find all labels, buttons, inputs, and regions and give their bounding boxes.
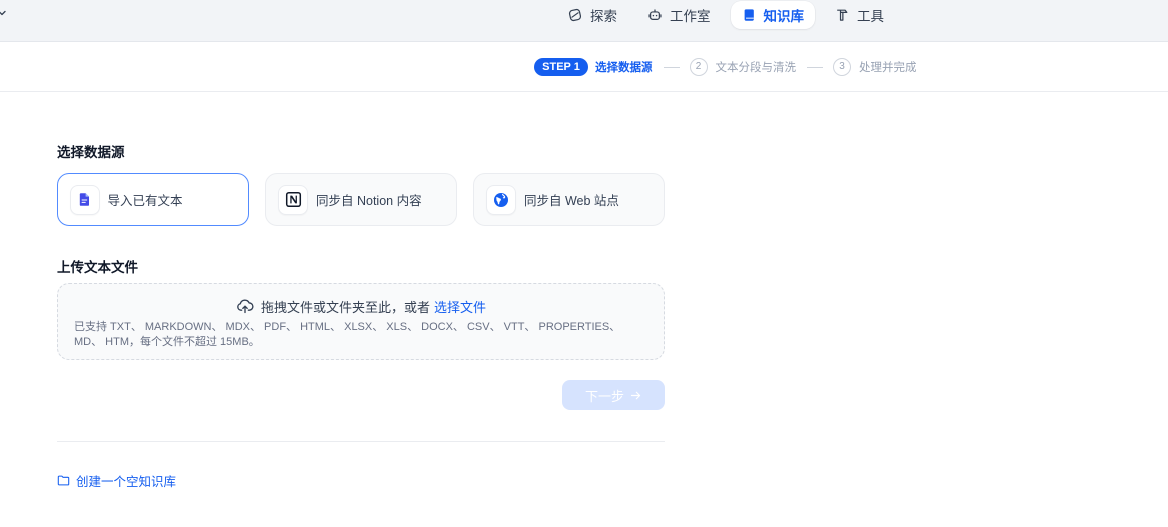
- book-icon: [744, 9, 754, 21]
- create-knowledge-form: 选择数据源 导入已有文本 同步自 Notion 内容 同步自 Web 站点 上传…: [57, 0, 665, 527]
- source-option-label: 同步自 Web 站点: [524, 194, 619, 208]
- source-option-notion[interactable]: 同步自 Notion 内容: [265, 173, 457, 226]
- source-icon-box: [486, 184, 516, 215]
- data-source-options: 导入已有文本 同步自 Notion 内容 同步自 Web 站点: [57, 173, 665, 226]
- dropzone-prompt-line: 拖拽文件或文件夹至此，或者 选择文件: [74, 297, 648, 315]
- source-option-file[interactable]: 导入已有文本: [57, 173, 249, 226]
- nav-item-tools[interactable]: 工具: [824, 1, 895, 29]
- globe-icon: [494, 192, 508, 207]
- nav-item-label: 工具: [857, 9, 884, 24]
- browse-files-link[interactable]: 选择文件: [434, 297, 486, 316]
- data-source-heading: 选择数据源: [57, 145, 125, 160]
- folder-icon: [57, 475, 70, 485]
- dropzone-prompt: 拖拽文件或文件夹至此，或者: [260, 299, 430, 315]
- source-option-label: 同步自 Notion 内容: [316, 194, 422, 208]
- source-option-label: 导入已有文本: [107, 194, 183, 208]
- nav-item-label: 工作室: [670, 9, 711, 24]
- section-divider: [57, 441, 665, 442]
- nav-item-label: 知识库: [763, 9, 805, 24]
- step-2-label: 文本分段与清洗: [715, 62, 797, 74]
- create-empty-knowledge-link[interactable]: 创建一个空知识库: [57, 473, 177, 489]
- step-connector: [663, 66, 680, 68]
- notion-icon: [285, 191, 301, 208]
- supported-formats-note: 已支持 TXT、 MARKDOWN、 MDX、 PDF、 HTML、 XLSX、…: [74, 321, 621, 348]
- source-option-web[interactable]: 同步自 Web 站点: [473, 173, 665, 226]
- upload-cloud-icon: [237, 299, 254, 314]
- next-step-button[interactable]: 下一步: [562, 380, 665, 410]
- source-icon-box: [278, 184, 308, 215]
- next-step-label: 下一步: [584, 388, 624, 404]
- source-icon-box: [69, 184, 100, 215]
- step-2-badge: 2: [689, 58, 708, 76]
- create-empty-label: 创建一个空知识库: [76, 474, 177, 489]
- upload-heading: 上传文本文件: [57, 260, 138, 275]
- file-dropzone[interactable]: 拖拽文件或文件夹至此，或者 选择文件 已支持 TXT、 MARKDOWN、 MD…: [57, 283, 665, 360]
- nav-item-knowledge[interactable]: 知识库: [730, 1, 815, 29]
- chevron-down-icon[interactable]: [0, 8, 7, 18]
- file-text-icon: [79, 193, 89, 206]
- step-3-label: 处理并完成: [859, 62, 917, 74]
- tool-icon: [837, 9, 848, 21]
- step-connector: [807, 66, 823, 68]
- step-3-badge: 3: [833, 58, 851, 76]
- arrow-right-icon: [630, 391, 641, 399]
